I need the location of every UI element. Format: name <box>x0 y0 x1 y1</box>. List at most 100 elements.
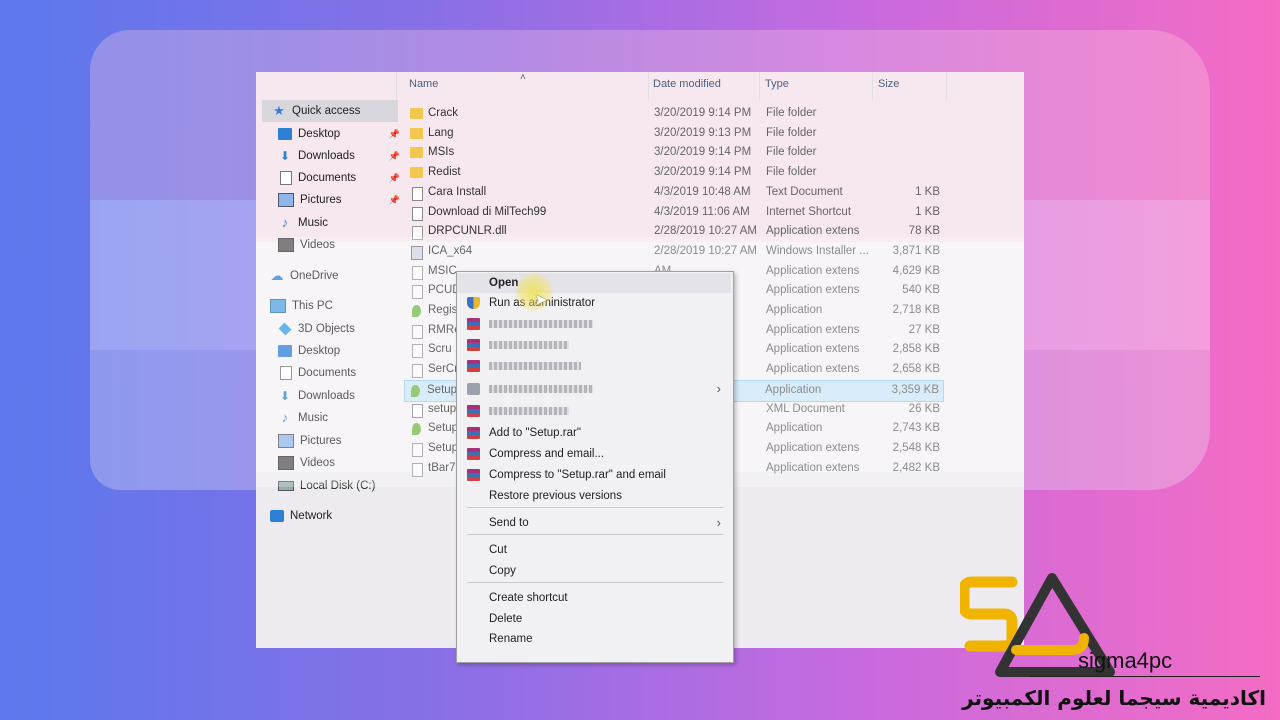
winrar-icon <box>467 318 480 330</box>
file-type: Application extens <box>766 284 860 297</box>
nav-item-desktop[interactable]: Desktop <box>262 340 404 362</box>
nav-item-videos[interactable]: Videos <box>262 234 404 256</box>
pin-icon[interactable]: 📌 <box>389 129 400 140</box>
nav-item-label: This PC <box>292 300 333 312</box>
dll-icon <box>412 285 423 300</box>
file-row[interactable]: MSIs 3/20/2019 9:14 PM File folder <box>406 143 946 163</box>
menu-item-obscured-item-4[interactable] <box>457 356 731 376</box>
menu-item-add-to-setup-rar[interactable]: Add to "Setup.rar" <box>457 423 731 443</box>
nav-item-local-disk-c[interactable]: Local Disk (C:) <box>262 475 404 497</box>
msi-icon <box>411 245 423 260</box>
pin-icon[interactable]: 📌 <box>389 151 400 162</box>
menu-item-compress-to-setup-rar-and-email[interactable]: Compress to "Setup.rar" and email <box>457 465 731 485</box>
file-row[interactable]: DRPCUNLR.dll 2/28/2019 10:27 AM Applicatio… <box>406 222 946 242</box>
menu-item-obscured-item-3[interactable] <box>457 335 731 355</box>
file-date: 3/20/2019 9:14 PM <box>654 107 752 119</box>
documents-icon <box>280 366 292 380</box>
dll-icon <box>412 226 423 241</box>
file-row[interactable]: Download di MilTech99 4/3/2019 11:06 AM In… <box>406 203 946 223</box>
file-date: 3/20/2019 9:14 PM <box>654 146 752 159</box>
menu-item-label: Send to <box>489 517 529 529</box>
nav-item-music[interactable]: ♪ Music <box>262 212 404 234</box>
file-name: setup <box>428 402 457 415</box>
logo-brand-text: sigma4pc <box>1078 648 1173 673</box>
winrar-icon <box>467 448 480 460</box>
menu-item-delete[interactable]: Delete <box>457 609 731 629</box>
menu-item-label: Compress to "Setup.rar" and email <box>489 469 666 481</box>
nav-item-label: Downloads <box>298 390 355 402</box>
menu-item-send-to[interactable]: Send to › <box>457 513 731 533</box>
app-icon <box>412 305 421 317</box>
menu-item-compress-and-email[interactable]: Compress and email... <box>457 444 731 464</box>
nav-item-pictures[interactable]: Pictures <box>262 430 404 452</box>
file-size: 1 KB <box>915 185 940 198</box>
nav-item-documents[interactable]: Documents <box>262 362 404 384</box>
column-header-size[interactable]: Size <box>878 78 899 98</box>
nav-item-downloads[interactable]: ⬇ Downloads <box>262 385 404 407</box>
column-header-name[interactable]: Name <box>409 78 438 98</box>
desktop-icon <box>278 128 292 140</box>
dll-icon <box>412 442 423 457</box>
file-name: Setup <box>427 383 458 396</box>
file-type: File folder <box>766 166 817 179</box>
nav-item-videos[interactable]: Videos <box>262 452 404 474</box>
pin-icon[interactable]: 📌 <box>389 195 400 206</box>
menu-item-rename[interactable]: Rename <box>457 629 731 649</box>
column-header-date[interactable]: Date modified <box>653 78 721 98</box>
menu-item-cut[interactable]: Cut <box>457 540 731 560</box>
file-size: 2,658 KB <box>892 363 940 376</box>
file-name: MSIC <box>428 264 457 277</box>
nav-item-documents[interactable]: Documents 📌 <box>262 167 404 189</box>
file-date: 3/20/2019 9:13 PM <box>654 126 752 139</box>
file-row[interactable]: Redist 3/20/2019 9:14 PM File folder <box>406 163 946 183</box>
file-row[interactable]: Crack 3/20/2019 9:14 PM File folder <box>406 104 946 124</box>
nav-item-3d-objects[interactable]: 3D Objects <box>262 318 404 340</box>
nav-item-network[interactable]: Network <box>262 505 396 527</box>
menu-item-label <box>489 362 581 370</box>
music-icon: ♪ <box>281 410 289 425</box>
nav-item-quick-access[interactable]: ★ Quick access <box>262 100 398 122</box>
menu-item-label: Restore previous versions <box>489 490 622 502</box>
column-separator[interactable] <box>946 72 947 100</box>
menu-item-create-shortcut[interactable]: Create shortcut <box>457 588 731 608</box>
column-header-type[interactable]: Type <box>765 78 789 98</box>
file-row[interactable]: ICA_x64 2/28/2019 10:27 AM Windows Install… <box>406 242 946 262</box>
menu-item-obscured-item-6[interactable] <box>457 401 731 421</box>
menu-item-obscured-item-2[interactable] <box>457 314 731 334</box>
menu-item-run-as-administrator[interactable]: Run as administrator <box>457 293 731 313</box>
nav-item-downloads[interactable]: ⬇ Downloads 📌 <box>262 145 404 167</box>
onedrive-icon: ☁ <box>270 268 284 283</box>
winrar-icon <box>467 405 480 417</box>
column-separator[interactable] <box>872 72 873 100</box>
nav-item-desktop[interactable]: Desktop 📌 <box>262 123 404 145</box>
menu-item-label <box>489 385 593 393</box>
videos-icon <box>278 456 294 470</box>
file-name: Setup <box>428 422 459 435</box>
menu-item-copy[interactable]: Copy <box>457 561 731 581</box>
file-size: 3,359 KB <box>891 383 939 396</box>
column-separator[interactable] <box>648 72 649 100</box>
column-separator[interactable] <box>759 72 760 100</box>
nav-item-onedrive[interactable]: ☁ OneDrive <box>262 265 396 287</box>
file-size: 2,482 KB <box>892 461 940 474</box>
nav-item-music[interactable]: ♪ Music <box>262 407 404 429</box>
menu-item-label: Cut <box>489 544 507 556</box>
desktop-icon <box>278 345 292 357</box>
pin-icon[interactable]: 📌 <box>389 173 400 184</box>
file-type: Application extens <box>766 363 860 376</box>
menu-item-open[interactable]: Open <box>457 273 731 293</box>
menu-item-restore-previous-versions[interactable]: Restore previous versions <box>457 486 731 506</box>
nav-item-label: 3D Objects <box>298 323 355 335</box>
file-row[interactable]: Lang 3/20/2019 9:13 PM File folder <box>406 124 946 144</box>
nav-item-label: Documents <box>298 367 357 379</box>
logo-tagline: اكاديمية سيجما لعلوم الكمبيوتر <box>962 686 1266 710</box>
file-row[interactable]: Cara Install 4/3/2019 10:48 AM Text Docume… <box>406 183 946 203</box>
menu-item-label <box>489 320 593 328</box>
file-type: Application extens <box>766 441 860 454</box>
nav-item-this-pc[interactable]: This PC <box>262 295 396 317</box>
file-name: Lang <box>428 126 454 139</box>
nav-item-pictures[interactable]: Pictures 📌 <box>262 189 404 211</box>
menu-item-obscured-item-5[interactable]: › <box>457 379 731 399</box>
nav-item-label: Documents <box>298 172 357 184</box>
file-type: Application extens <box>766 323 860 336</box>
